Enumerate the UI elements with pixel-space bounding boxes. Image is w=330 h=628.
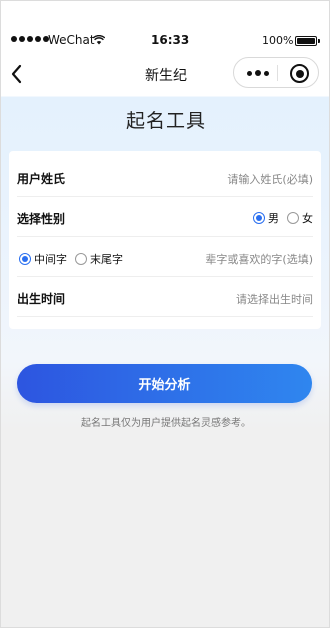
wifi-icon bbox=[93, 35, 105, 45]
page-title: 起名工具 bbox=[125, 110, 206, 132]
char-position-radio-group: 中间字 末尾字 bbox=[19, 251, 123, 267]
position-option-last[interactable]: 末尾字 bbox=[75, 251, 123, 267]
radio-unchecked-icon[interactable] bbox=[75, 253, 87, 265]
char-position-row: 中间字 末尾字 辈字或喜欢的字(选填) bbox=[17, 237, 313, 277]
phone-frame: WeChat 16:33 100% 新生纪 起名工具 用户姓氏 请输入姓氏(必填… bbox=[0, 0, 330, 628]
battery-percent: 100% bbox=[262, 34, 294, 47]
surname-row[interactable]: 用户姓氏 请输入姓氏(必填) bbox=[17, 157, 313, 197]
mini-program-capsule bbox=[233, 57, 319, 88]
birth-time-row[interactable]: 出生时间 请选择出生时间 bbox=[17, 277, 313, 317]
more-options-icon[interactable] bbox=[247, 70, 269, 76]
clock: 16:33 bbox=[151, 33, 190, 47]
gender-option-female[interactable]: 女 bbox=[287, 210, 313, 226]
surname-input[interactable]: 请输入姓氏(必填) bbox=[227, 171, 313, 187]
close-miniprogram-icon[interactable] bbox=[290, 64, 309, 83]
position-option-middle[interactable]: 中间字 bbox=[19, 251, 67, 267]
naming-form: 用户姓氏 请输入姓氏(必填) 选择性别 男 女 中间字 末尾字 辈字或喜欢的字(… bbox=[9, 151, 321, 329]
radio-checked-icon[interactable] bbox=[253, 212, 265, 224]
gender-label: 选择性别 bbox=[17, 212, 66, 226]
battery-icon bbox=[295, 36, 320, 46]
birth-time-picker[interactable]: 请选择出生时间 bbox=[236, 291, 313, 307]
radio-checked-icon[interactable] bbox=[19, 253, 31, 265]
generation-char-input[interactable]: 辈字或喜欢的字(选填) bbox=[205, 251, 313, 267]
radio-unchecked-icon[interactable] bbox=[287, 212, 299, 224]
gender-row: 选择性别 男 女 bbox=[17, 197, 313, 237]
birth-time-label: 出生时间 bbox=[17, 292, 66, 306]
surname-label: 用户姓氏 bbox=[17, 172, 66, 186]
gender-option-male[interactable]: 男 bbox=[253, 210, 279, 226]
gender-radio-group: 男 女 bbox=[253, 210, 313, 226]
disclaimer-text: 起名工具仅为用户提供起名灵感参考。 bbox=[81, 418, 251, 429]
carrier-name: WeChat bbox=[48, 33, 95, 47]
status-bar: WeChat 16:33 100% bbox=[1, 33, 330, 49]
start-analysis-button[interactable]: 开始分析 bbox=[17, 364, 312, 403]
signal-icon bbox=[11, 36, 49, 42]
